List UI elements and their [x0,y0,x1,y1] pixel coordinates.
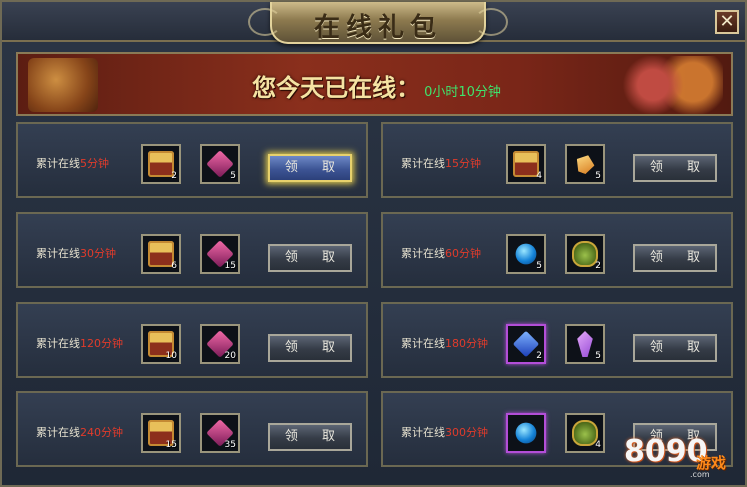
claim-button[interactable]: 领 取 [268,244,352,272]
item-quantity: 5 [230,171,236,181]
requirement-minutes: 120分钟 [80,337,123,350]
reward-row: 累计在线5分钟 2 5 领 取 [16,122,368,198]
item-quantity: 2 [536,351,542,361]
reward-requirement-label: 累计在线240分钟 [36,424,123,440]
item-quantity: 35 [224,440,236,450]
reward-row: 累计在线60分钟 5 2 领 取 [381,212,733,288]
reward-item-slot[interactable]: 5 [200,144,240,184]
item-quantity: 5 [595,171,601,181]
reward-item-slot[interactable]: 2 [141,144,181,184]
requirement-prefix: 累计在线 [401,337,445,350]
reward-item-slot[interactable]: 10 [141,324,181,364]
item-quantity: 4 [536,171,542,181]
reward-requirement-label: 累计在线120分钟 [36,335,123,351]
item-quantity: 15 [165,440,177,450]
claim-button[interactable]: 领 取 [268,423,352,451]
item-quantity: 10 [165,351,177,361]
logo-domain: .com [690,470,710,479]
item-quantity: 5 [536,261,542,271]
title-bar: 在线礼包 ✕ [2,2,745,44]
item-quantity: 4 [595,440,601,450]
reward-item-slot[interactable]: 4 [506,144,546,184]
reward-row: 累计在线240分钟 15 35 领 取 [16,391,368,467]
reward-row: 累计在线15分钟 4 5 领 取 [381,122,733,198]
reward-item-slot[interactable]: 5 [506,234,546,274]
reward-row: 累计在线180分钟 2 5 领 取 [381,302,733,378]
blue-gem-icon [512,330,540,358]
orange-gem-icon [573,152,597,176]
online-time-banner: 您今天已在线： 0小时10分钟 [16,52,733,116]
8090-logo: 8090 游戏 .com [620,426,742,486]
green-pouch-icon [572,241,598,267]
window-title: 在线礼包 [313,13,442,43]
requirement-prefix: 累计在线 [36,247,80,260]
item-quantity: 5 [595,351,601,361]
reward-requirement-label: 累计在线180分钟 [401,335,488,351]
requirement-minutes: 240分钟 [80,426,123,439]
online-gift-window: 在线礼包 ✕ 您今天已在线： 0小时10分钟 累计在线5分钟 2 5 领 取累计在线30… [0,0,747,487]
reward-item-slot[interactable]: 20 [200,324,240,364]
requirement-prefix: 累计在线 [401,157,445,170]
requirement-minutes: 180分钟 [445,337,488,350]
reward-item-slot[interactable]: 6 [141,234,181,274]
item-quantity: 2 [171,171,177,181]
title-plate: 在线礼包 [248,2,508,44]
reward-item-slot[interactable] [506,413,546,453]
treasure-chest-icon [148,241,174,267]
item-quantity: 2 [595,261,601,271]
reward-item-slot[interactable]: 15 [141,413,181,453]
requirement-minutes: 5分钟 [80,157,109,170]
requirement-prefix: 累计在线 [401,247,445,260]
requirement-prefix: 累计在线 [36,337,80,350]
requirement-minutes: 300分钟 [445,426,488,439]
requirement-minutes: 30分钟 [80,247,116,260]
requirement-prefix: 累计在线 [36,426,80,439]
reward-item-slot[interactable]: 5 [565,324,605,364]
reward-item-slot[interactable]: 15 [200,234,240,274]
claim-button[interactable]: 领 取 [268,334,352,362]
reward-row: 累计在线30分钟 6 15 领 取 [16,212,368,288]
online-time-value: 0小时10分钟 [424,85,501,100]
blue-orb-icon [515,243,537,265]
treasure-chest-icon [513,151,539,177]
logo-digits: 8090 [624,434,708,469]
requirement-minutes: 60分钟 [445,247,481,260]
claim-button[interactable]: 领 取 [633,334,717,362]
reward-requirement-label: 累计在线15分钟 [401,155,481,171]
claim-button[interactable]: 领 取 [268,154,352,182]
requirement-minutes: 15分钟 [445,157,481,170]
reward-item-slot[interactable]: 4 [565,413,605,453]
claim-button[interactable]: 领 取 [633,244,717,272]
reward-item-slot[interactable]: 2 [565,234,605,274]
item-quantity: 6 [171,261,177,271]
requirement-prefix: 累计在线 [36,157,80,170]
online-today-label: 您今天已在线： [252,74,421,102]
item-quantity: 20 [224,351,236,361]
blue-orb-icon [515,422,537,444]
reward-requirement-label: 累计在线5分钟 [36,155,109,171]
treasure-chest-icon [148,151,174,177]
reward-item-slot[interactable]: 5 [565,144,605,184]
close-button[interactable]: ✕ [715,10,739,34]
green-pouch-icon [572,420,598,446]
purple-crystal-icon [577,331,593,357]
reward-requirement-label: 累计在线300分钟 [401,424,488,440]
reward-requirement-label: 累计在线60分钟 [401,245,481,261]
reward-item-slot[interactable]: 35 [200,413,240,453]
reward-item-slot[interactable]: 2 [506,324,546,364]
reward-requirement-label: 累计在线30分钟 [36,245,116,261]
reward-row: 累计在线120分钟 10 20 领 取 [16,302,368,378]
requirement-prefix: 累计在线 [401,426,445,439]
claim-button[interactable]: 领 取 [633,154,717,182]
item-quantity: 15 [224,261,236,271]
